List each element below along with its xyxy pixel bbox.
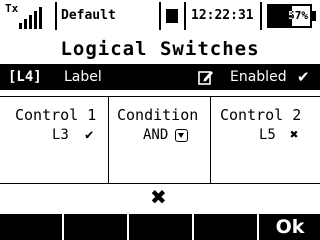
divider [159, 2, 161, 30]
stop-icon [166, 9, 178, 23]
softkey-bar: Ok [0, 214, 320, 240]
column-divider [210, 97, 211, 183]
battery-percent: 57% [288, 9, 308, 22]
cross-icon: ✖ [290, 127, 299, 143]
softkey-separator [127, 214, 129, 240]
control2-header: Control 2 [220, 106, 302, 124]
status-bar: Tx Default 12:22:31 57% [0, 0, 320, 33]
logical-switch-row[interactable]: [L4] Label Enabled ✔ [0, 66, 320, 90]
check-icon: ✔ [85, 127, 94, 143]
battery-icon: 57% [267, 4, 312, 28]
model-name[interactable]: Default [61, 8, 116, 23]
softkey-separator [62, 214, 64, 240]
grid-divider [0, 96, 320, 97]
switch-label[interactable]: Label [64, 69, 102, 85]
delete-icon[interactable]: ✖ [150, 185, 167, 209]
edit-icon[interactable] [198, 69, 214, 85]
battery-cap [312, 11, 316, 21]
divider [260, 2, 262, 30]
softkey-separator [257, 214, 259, 240]
clock: 12:22:31 [191, 8, 254, 23]
switch-status[interactable]: Enabled [230, 69, 287, 85]
grid-divider [0, 183, 320, 184]
control2-value[interactable]: L5 [259, 127, 276, 143]
control1-header: Control 1 [15, 106, 97, 124]
switch-index: [L4] [8, 69, 42, 85]
column-divider [108, 97, 109, 183]
page-title: Logical Switches [60, 38, 260, 60]
condition-value[interactable]: AND [143, 127, 168, 143]
softkey-separator [192, 214, 194, 240]
tx-label: Tx [5, 2, 19, 15]
control1-value[interactable]: L3 [52, 127, 69, 143]
signal-strength-indicator: Tx [5, 3, 48, 29]
dropdown-icon[interactable] [175, 129, 188, 142]
condition-header: Condition [117, 106, 199, 124]
divider [55, 2, 57, 30]
check-icon: ✔ [297, 68, 310, 86]
ok-button[interactable]: Ok [260, 214, 320, 240]
divider [184, 2, 186, 30]
